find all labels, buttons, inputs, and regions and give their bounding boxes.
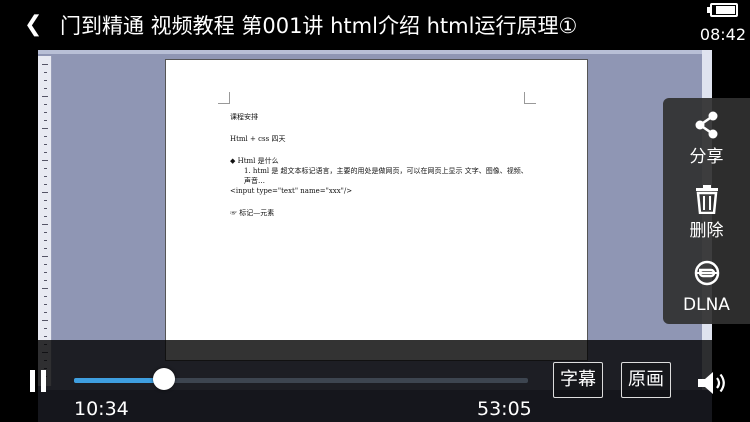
ruler-tick [44, 240, 47, 241]
current-time: 10:34 [74, 398, 129, 420]
vertical-ruler [38, 56, 52, 386]
ruler-tick [44, 144, 47, 145]
progress-track[interactable] [74, 378, 528, 383]
ruler-tick [44, 280, 47, 281]
ruler-tick [44, 104, 47, 105]
doc-line: 1. html 是 超文本标记语言，主要的用处是做网页，可以在网页上显示 文字、… [244, 167, 528, 185]
ruler-tick [44, 312, 47, 313]
crop-mark [218, 92, 230, 104]
ruler-tick [44, 248, 47, 249]
progress-played [74, 378, 165, 383]
ruler-tick [44, 136, 47, 137]
ruler-tick [42, 96, 48, 97]
ruler-tick [44, 88, 47, 89]
ruler-tick [44, 336, 47, 337]
delete-label: 删除 [689, 221, 724, 241]
ruler-tick [42, 64, 48, 65]
ruler-tick [42, 160, 48, 161]
ruler-tick [44, 272, 47, 273]
ruler-tick [44, 120, 47, 121]
ruler-tick [44, 72, 47, 73]
ruler-tick [44, 184, 47, 185]
share-icon [695, 111, 718, 139]
share-label: 分享 [689, 147, 724, 167]
delete-button[interactable]: 删除 [663, 176, 750, 248]
crop-mark [524, 92, 536, 104]
ruler-tick [44, 216, 47, 217]
doc-line: ☞ 标记—元素 [230, 209, 275, 217]
video-title: 门到精通 视频教程 第001讲 html介绍 html运行原理① [60, 14, 578, 38]
ruler-tick [44, 80, 47, 81]
doc-code-line: <input type="text" name="xxx"/> [230, 187, 353, 195]
ruler-tick [44, 264, 47, 265]
ruler-tick [44, 176, 47, 177]
pause-button[interactable] [28, 370, 48, 392]
pause-icon [41, 370, 46, 392]
ruler-tick [44, 208, 47, 209]
status-clock: 08:42 [699, 25, 746, 44]
doc-heading: 课程安排 [230, 113, 258, 121]
ruler-tick [42, 128, 48, 129]
ruler-tick [42, 256, 48, 257]
ruler-tick [44, 168, 47, 169]
ruler-tick [44, 328, 47, 329]
trash-icon [696, 185, 718, 214]
ruler-tick [42, 288, 48, 289]
ruler-tick [44, 112, 47, 113]
ruler-tick [42, 320, 48, 321]
ruler-tick [44, 296, 47, 297]
quality-button[interactable]: 原画 [621, 362, 671, 398]
editor-toolbar-strip [38, 50, 712, 54]
doc-line: Html + css 四天 [230, 135, 286, 143]
ruler-tick [44, 200, 47, 201]
subtitle-button[interactable]: 字幕 [553, 362, 603, 398]
ruler-tick [44, 152, 47, 153]
ruler-tick [44, 232, 47, 233]
dlna-button[interactable]: DLNA [663, 250, 750, 322]
back-button[interactable]: ❮ [24, 12, 46, 38]
battery-icon [707, 3, 738, 17]
doc-bullet: ◆ Html 是什么 [230, 157, 279, 165]
pause-icon [30, 370, 35, 392]
share-button[interactable]: 分享 [663, 102, 750, 174]
document-text: 课程安排 Html + css 四天 ◆ Html 是什么 1. html 是 … [230, 112, 530, 218]
volume-icon[interactable] [696, 368, 730, 398]
ruler-tick [42, 224, 48, 225]
ruler-tick [44, 304, 47, 305]
dlna-label: DLNA [683, 295, 730, 315]
battery-level [716, 6, 735, 14]
total-time: 53:05 [477, 398, 532, 420]
side-menu: 分享 删除 DLNA [663, 98, 750, 324]
dlna-icon [694, 260, 720, 286]
ruler-tick [42, 192, 48, 193]
document-page: 课程安排 Html + css 四天 ◆ Html 是什么 1. html 是 … [166, 60, 587, 360]
